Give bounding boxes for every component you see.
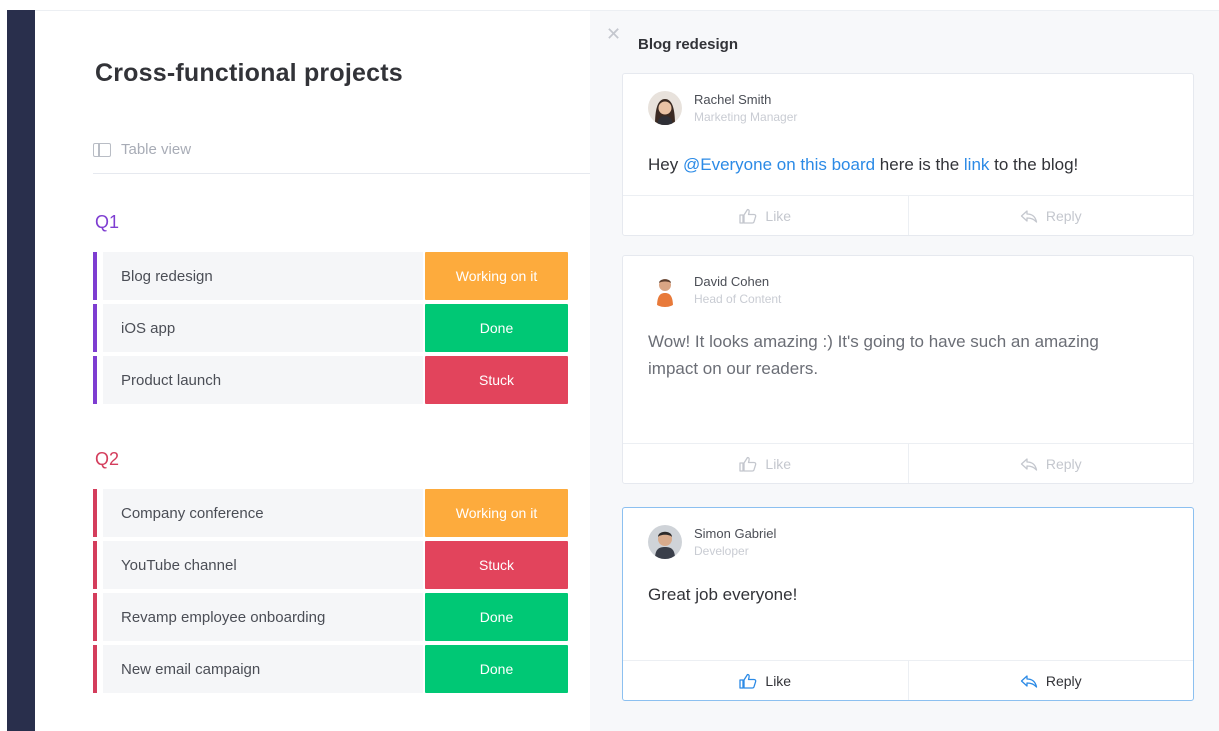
like-label: Like — [765, 672, 792, 689]
table-row[interactable]: YouTube channel Stuck — [93, 541, 568, 589]
update-message: Wow! It looks amazing :) It's going to h… — [648, 328, 1099, 382]
update-card: David Cohen Head of Content Wow! It look… — [622, 255, 1194, 484]
table-row[interactable]: Blog redesign Working on it — [93, 252, 568, 300]
blog-link[interactable]: link — [964, 155, 990, 174]
message-text: to the blog! — [989, 155, 1079, 174]
item-name[interactable]: Blog redesign — [103, 252, 423, 300]
reply-label: Reply — [1045, 672, 1082, 689]
item-name[interactable]: Revamp employee onboarding — [103, 593, 423, 641]
update-author: David Cohen Head of Content — [648, 273, 781, 307]
group-color-bar — [93, 541, 97, 589]
author-name[interactable]: Simon Gabriel — [694, 526, 776, 541]
simon-avatar-icon — [648, 525, 682, 559]
reply-button[interactable]: Reply — [907, 444, 1194, 483]
reply-label: Reply — [1045, 455, 1082, 472]
item-name[interactable]: Product launch — [103, 356, 423, 404]
table-row[interactable]: Revamp employee onboarding Done — [93, 593, 568, 641]
thumbs-up-icon — [739, 673, 757, 689]
group-color-bar — [93, 593, 97, 641]
message-text: Hey — [648, 155, 683, 174]
board-area: Cross-functional projects Table view Q1 … — [35, 11, 590, 731]
like-button[interactable]: Like — [623, 196, 908, 235]
message-text: here is the — [875, 155, 964, 174]
table-row[interactable]: iOS app Done — [93, 304, 568, 352]
update-message: Great job everyone! — [648, 585, 798, 604]
item-name[interactable]: New email campaign — [103, 645, 423, 693]
update-card: Simon Gabriel Developer Great job everyo… — [622, 507, 1194, 701]
reply-arrow-icon — [1020, 457, 1037, 471]
status-label[interactable]: Working on it — [425, 252, 568, 300]
group-title-q2[interactable]: Q2 — [95, 449, 119, 470]
status-label[interactable]: Working on it — [425, 489, 568, 537]
like-button[interactable]: Like — [623, 444, 908, 483]
status-label[interactable]: Done — [425, 304, 568, 352]
thumbs-up-icon — [739, 208, 757, 224]
panel-title: Blog redesign — [638, 36, 739, 53]
author-role: Developer — [694, 544, 749, 558]
david-avatar-icon — [648, 273, 682, 307]
group-color-bar — [93, 489, 97, 537]
reply-button[interactable]: Reply — [907, 661, 1194, 700]
update-actions: Like Reply — [623, 195, 1193, 235]
status-label[interactable]: Stuck — [425, 541, 568, 589]
board-title: Cross-functional projects — [95, 59, 403, 87]
group-title-q1[interactable]: Q1 — [95, 212, 119, 233]
table-view-tab[interactable]: Table view — [93, 141, 191, 158]
avatar[interactable] — [648, 273, 682, 307]
item-name[interactable]: Company conference — [103, 489, 423, 537]
update-message: Hey @Everyone on this board here is the … — [648, 151, 1078, 178]
left-navigation-bar — [7, 10, 35, 731]
close-icon[interactable]: ✕ — [606, 25, 621, 43]
like-label: Like — [765, 455, 792, 472]
author-name[interactable]: Rachel Smith — [694, 92, 797, 107]
table-view-label: Table view — [121, 141, 192, 158]
thumbs-up-icon — [739, 456, 757, 472]
reply-button[interactable]: Reply — [907, 196, 1194, 235]
table-row[interactable]: Company conference Working on it — [93, 489, 568, 537]
reply-label: Reply — [1045, 207, 1082, 224]
status-label[interactable]: Done — [425, 593, 568, 641]
author-name[interactable]: David Cohen — [694, 274, 781, 289]
avatar[interactable] — [648, 525, 682, 559]
group-color-bar — [93, 252, 97, 300]
mention-link[interactable]: @Everyone on this board — [683, 155, 875, 174]
message-line: impact on our readers. — [648, 359, 819, 378]
message-line: Wow! It looks amazing :) It's going to h… — [648, 332, 1099, 351]
view-tab-divider — [93, 173, 590, 174]
table-row[interactable]: New email campaign Done — [93, 645, 568, 693]
author-role: Marketing Manager — [694, 110, 798, 124]
reply-arrow-icon — [1020, 674, 1037, 688]
update-author: Simon Gabriel Developer — [648, 525, 776, 559]
updates-panel: ✕ Blog redesign Rachel Smith Marketing M… — [590, 11, 1219, 731]
like-label: Like — [765, 207, 792, 224]
item-name[interactable]: YouTube channel — [103, 541, 423, 589]
status-label[interactable]: Done — [425, 645, 568, 693]
avatar[interactable] — [648, 91, 682, 125]
group-color-bar — [93, 304, 97, 352]
table-icon — [93, 142, 111, 157]
reply-arrow-icon — [1020, 209, 1037, 223]
author-role: Head of Content — [694, 292, 782, 306]
item-name[interactable]: iOS app — [103, 304, 423, 352]
status-label[interactable]: Stuck — [425, 356, 568, 404]
update-actions: Like Reply — [623, 443, 1193, 483]
table-row[interactable]: Product launch Stuck — [93, 356, 568, 404]
rachel-avatar-icon — [648, 91, 682, 125]
update-actions: Like Reply — [623, 660, 1193, 700]
update-author: Rachel Smith Marketing Manager — [648, 91, 797, 125]
update-card: Rachel Smith Marketing Manager Hey @Ever… — [622, 73, 1194, 236]
group-color-bar — [93, 356, 97, 404]
like-button[interactable]: Like — [623, 661, 908, 700]
group-color-bar — [93, 645, 97, 693]
